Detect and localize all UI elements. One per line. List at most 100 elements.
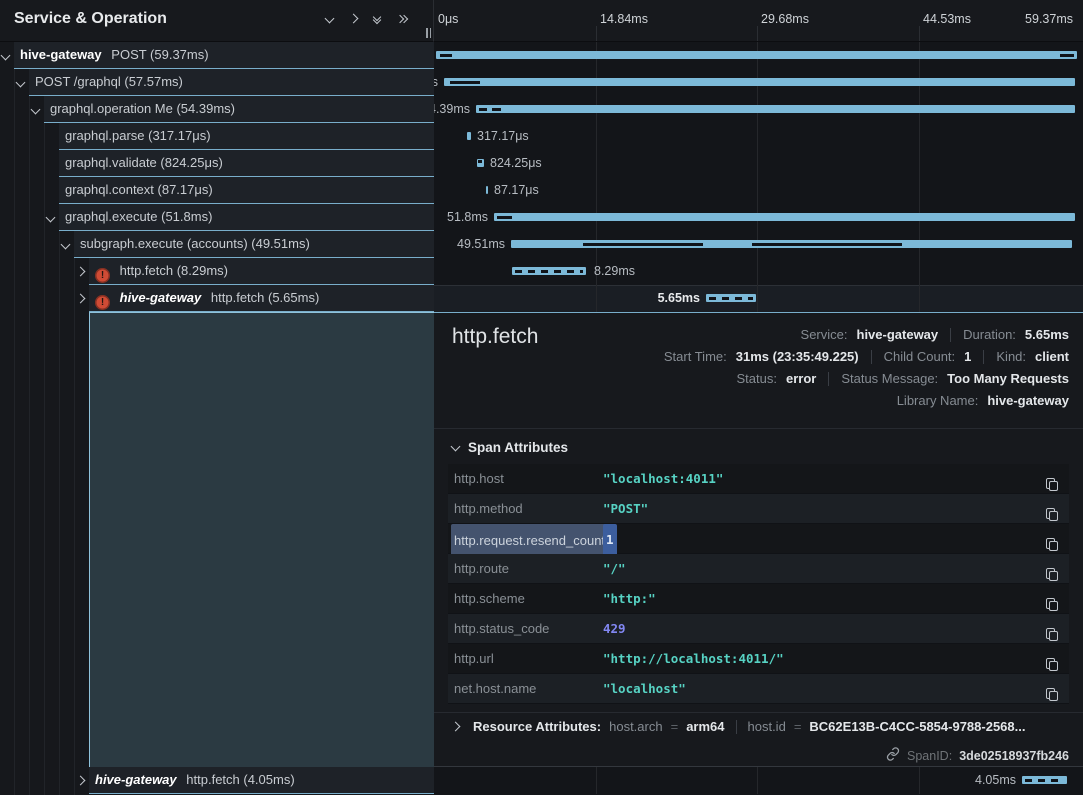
attribute-key: net.host.name <box>454 674 536 704</box>
link-icon[interactable] <box>886 747 900 764</box>
span-row-post-graphql[interactable]: POST /graphql (57.57ms) <box>29 69 434 96</box>
span-bar[interactable] <box>476 105 1075 113</box>
service-name: hive-gateway <box>120 290 202 305</box>
attribute-value: "http:" <box>603 584 656 614</box>
meta-label: Status: <box>737 371 777 386</box>
span-label: subgraph.execute (accounts) (49.51ms) <box>80 236 310 251</box>
resource-key: host.id <box>748 719 786 734</box>
resource-key: host.arch <box>609 719 662 734</box>
duration-label: 5.65ms <box>658 285 700 312</box>
chevron-down-icon[interactable] <box>1 51 11 61</box>
span-bar[interactable] <box>436 51 1077 59</box>
span-row-graphql-operation[interactable]: graphql.operation Me (54.39ms) <box>44 96 434 123</box>
meta-value: hive-gateway <box>987 393 1069 408</box>
span-label: graphql.operation Me (54.39ms) <box>50 101 235 116</box>
span-label: graphql.execute (51.8ms) <box>65 209 212 224</box>
attribute-row: http.host "localhost:4011" <box>448 464 1069 494</box>
tick-label: 29.68ms <box>761 12 809 26</box>
span-bar[interactable] <box>467 132 471 140</box>
chevron-down-icon[interactable] <box>46 213 56 223</box>
span-attributes-section-header[interactable]: Span Attributes <box>452 440 568 455</box>
timeline-row: 87.17μs <box>434 177 1083 204</box>
attribute-value: 1 <box>603 524 617 556</box>
attributes-table: http.host "localhost:4011" http.method "… <box>448 464 1069 704</box>
meta-value: 1 <box>964 349 971 364</box>
attribute-row-selected: http.request.resend_count 1 <box>448 524 1069 554</box>
span-row-http-fetch-4ms[interactable]: hive-gateway http.fetch (4.05ms) <box>89 767 434 794</box>
copy-icon[interactable] <box>1045 562 1059 576</box>
meta-value: 5.65ms <box>1025 327 1069 342</box>
copy-icon[interactable] <box>1045 502 1059 516</box>
meta-value: hive-gateway <box>857 327 939 342</box>
service-name: hive-gateway <box>20 47 102 62</box>
expand-all-icon[interactable] <box>397 16 407 22</box>
duration-label: 8.29ms <box>594 258 635 285</box>
tick-label: 59.37ms <box>1025 12 1073 26</box>
copy-icon[interactable] <box>1045 592 1059 606</box>
span-label: POST /graphql (57.57ms) <box>35 74 183 89</box>
attribute-key: http.status_code <box>454 614 549 644</box>
meta-label: Kind: <box>996 349 1026 364</box>
panel-resize-handle[interactable] <box>426 28 431 38</box>
span-tree: hive-gateway POST (59.37ms) POST /graphq… <box>0 42 434 795</box>
chevron-right-icon <box>451 722 461 732</box>
chevron-right-icon[interactable] <box>76 267 86 277</box>
attribute-value: "localhost" <box>603 674 686 704</box>
trace-viewer: Service & Operation 0μs 14.84ms 29.68ms … <box>0 0 1083 795</box>
span-row-graphql-context[interactable]: graphql.context (87.17μs) <box>59 177 434 204</box>
meta-label: Duration: <box>963 327 1016 342</box>
span-label: POST (59.37ms) <box>111 47 208 62</box>
copy-icon[interactable] <box>1045 682 1059 696</box>
meta-label: Child Count: <box>884 349 956 364</box>
span-bar[interactable] <box>494 213 1075 221</box>
copy-icon[interactable] <box>1045 532 1059 546</box>
span-row-subgraph-execute[interactable]: subgraph.execute (accounts) (49.51ms) <box>74 231 434 258</box>
collapse-one-icon[interactable] <box>325 14 335 24</box>
attribute-row: net.host.name "localhost" <box>448 674 1069 704</box>
attribute-row: http.status_code 429 <box>448 614 1069 644</box>
span-id-footer: SpanID: 3de02518937fb246 <box>886 747 1069 764</box>
span-attributes-title: Span Attributes <box>468 440 568 455</box>
attribute-value: "POST" <box>603 494 648 524</box>
span-row-graphql-parse[interactable]: graphql.parse (317.17μs) <box>59 123 434 150</box>
error-icon: ! <box>95 268 110 283</box>
copy-icon[interactable] <box>1045 622 1059 636</box>
chevron-down-icon[interactable] <box>31 105 41 115</box>
meta-value: 31ms (23:35:49.225) <box>736 349 859 364</box>
span-row-graphql-validate[interactable]: graphql.validate (824.25μs) <box>59 150 434 177</box>
meta-value: client <box>1035 349 1069 364</box>
span-row-http-fetch-5ms-selected[interactable]: ! hive-gateway http.fetch (5.65ms) <box>89 285 434 312</box>
span-detail-panel: http.fetch Service: hive-gateway Duratio… <box>434 312 1083 767</box>
chevron-down-icon[interactable] <box>61 240 71 250</box>
attribute-value: "http://localhost:4011/" <box>603 644 784 674</box>
copy-icon[interactable] <box>1045 472 1059 486</box>
meta-label: Service: <box>801 327 848 342</box>
attribute-key: http.host <box>454 464 504 494</box>
attribute-row: http.method "POST" <box>448 494 1069 524</box>
resource-value: arm64 <box>686 719 724 734</box>
resource-attributes-row[interactable]: Resource Attributes: host.arch = arm64 h… <box>448 719 1069 734</box>
span-label: http.fetch (8.29ms) <box>120 263 228 278</box>
timeline-row: 57.57ms <box>434 69 1083 96</box>
timeline-row: 54.39ms <box>434 96 1083 123</box>
attribute-value: "/" <box>603 554 626 584</box>
chevron-down-icon[interactable] <box>16 78 26 88</box>
span-bar[interactable] <box>444 78 1075 86</box>
span-row-http-fetch-8ms[interactable]: ! http.fetch (8.29ms) <box>89 258 434 285</box>
chevron-right-icon[interactable] <box>76 294 86 304</box>
attribute-row: http.scheme "http:" <box>448 584 1069 614</box>
attribute-value: 429 <box>603 614 626 644</box>
chevron-right-icon[interactable] <box>76 776 86 786</box>
copy-icon[interactable] <box>1045 652 1059 666</box>
timeline-row: 51.8ms <box>434 204 1083 231</box>
span-row-hive-gateway-post[interactable]: hive-gateway POST (59.37ms) <box>14 42 434 69</box>
span-bar[interactable] <box>486 186 488 194</box>
spanid-label: SpanID: <box>907 749 952 763</box>
span-row-graphql-execute[interactable]: graphql.execute (51.8ms) <box>59 204 434 231</box>
timeline-row: 49.51ms <box>434 231 1083 258</box>
duration-label: 54.39ms <box>434 96 470 123</box>
attribute-row: http.route "/" <box>448 554 1069 584</box>
attribute-row: http.url "http://localhost:4011/" <box>448 644 1069 674</box>
expand-one-icon[interactable] <box>349 14 359 24</box>
collapse-all-icon[interactable] <box>374 14 380 23</box>
